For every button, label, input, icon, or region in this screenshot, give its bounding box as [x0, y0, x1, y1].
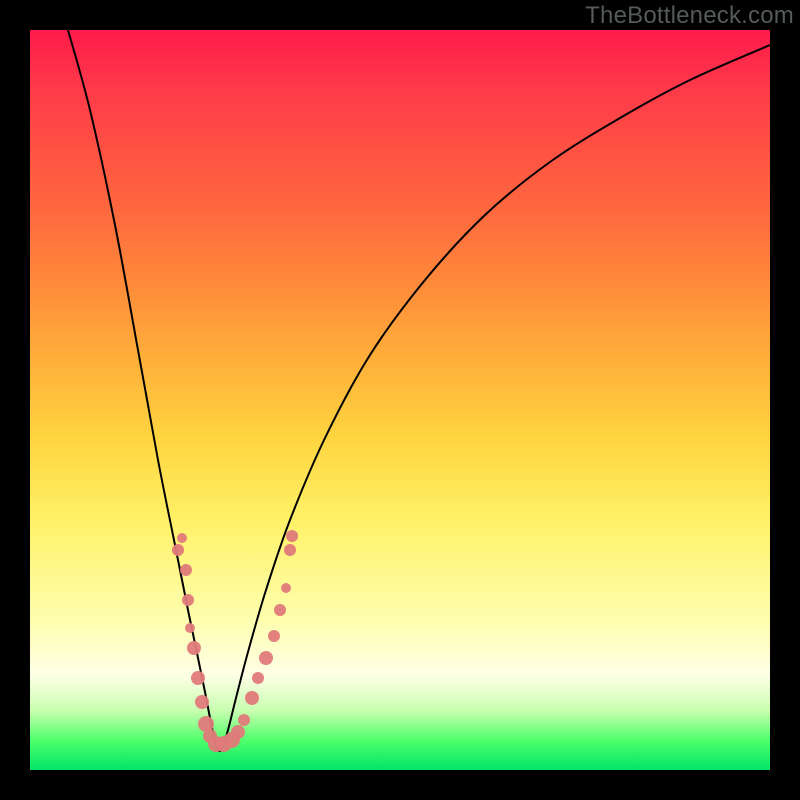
watermark-text: TheBottleneck.com [585, 2, 794, 30]
plot-frame [30, 30, 770, 770]
chart-stage: TheBottleneck.com [0, 0, 800, 800]
plot-background-gradient [30, 30, 770, 770]
